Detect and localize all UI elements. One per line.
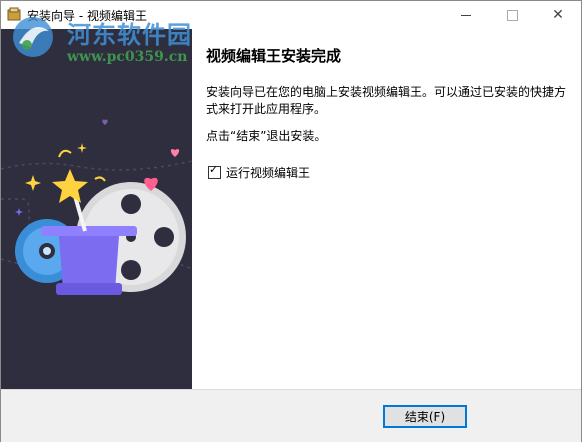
check-icon: ✓ xyxy=(209,163,219,176)
installer-illustration xyxy=(1,119,192,295)
heart-icon xyxy=(102,119,180,191)
side-illustration-panel xyxy=(1,29,192,389)
content-panel: 视频编辑王安装完成 安装向导已在您的电脑上安装视频编辑王。可以通过已安装的快捷方… xyxy=(192,29,581,389)
minimize-button[interactable] xyxy=(443,1,489,29)
completion-message: 安装向导已在您的电脑上安装视频编辑王。可以通过已安装的快捷方式来打开此应用程序。 xyxy=(206,85,567,116)
installer-window: 安装向导 - 视频编辑王 ✕ 河东软件园 www.pc0359.cn 视频编辑王… xyxy=(0,0,582,442)
close-icon: ✕ xyxy=(552,7,564,23)
page-title: 视频编辑王安装完成 xyxy=(206,47,342,65)
maximize-icon xyxy=(506,9,518,21)
window-title: 安装向导 - 视频编辑王 xyxy=(27,9,147,23)
close-button[interactable]: ✕ xyxy=(535,1,581,29)
run-app-checkbox[interactable]: ✓ xyxy=(208,163,221,179)
run-app-checkbox-row[interactable]: ✓ 运行视频编辑王 xyxy=(208,164,310,181)
finish-instruction: 点击“结束”退出安装。 xyxy=(206,129,327,143)
minimize-icon xyxy=(461,14,471,16)
footer-bar: 结束(F) xyxy=(1,389,581,442)
title-bar: 安装向导 - 视频编辑王 ✕ xyxy=(1,1,581,29)
run-app-checkbox-label[interactable]: 运行视频编辑王 xyxy=(226,164,310,181)
app-icon xyxy=(7,7,21,21)
maximize-button[interactable] xyxy=(489,1,535,29)
finish-button[interactable]: 结束(F) xyxy=(383,405,467,428)
